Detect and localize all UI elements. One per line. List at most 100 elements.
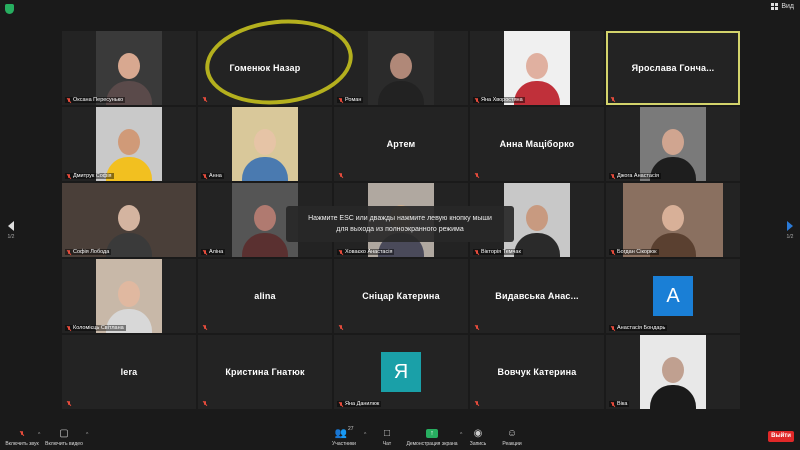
participant-tile[interactable]: Кристина Гнатюк (198, 335, 332, 409)
video-options-caret[interactable]: ^ (86, 432, 88, 438)
video-face (118, 129, 140, 156)
participant-name: Вікторія Темчак (481, 249, 521, 255)
participant-name: Анна Маціборко (499, 139, 575, 149)
participant-tile[interactable]: lera (62, 335, 196, 409)
participants-count: 27 (347, 426, 354, 432)
participant-tile[interactable]: alina (198, 259, 332, 333)
participant-video (504, 31, 570, 105)
chevron-left-icon (8, 221, 14, 231)
muted-mic-icon (611, 401, 615, 407)
participant-name: alina (254, 291, 276, 301)
top-bar: Вид (0, 0, 800, 18)
muted-mic-icon (203, 249, 207, 255)
grid-view-icon (771, 3, 779, 10)
record-button[interactable]: ◉ Запись (466, 427, 490, 448)
participant-name: Артем (386, 139, 416, 149)
video-body (242, 233, 288, 257)
participant-tile[interactable]: Віка (606, 335, 740, 409)
participant-caption: Богдан Сікорюк (609, 249, 659, 255)
participant-video (368, 31, 434, 105)
participant-name: Оксана Пересунько (73, 97, 124, 103)
participants-label: Участники (332, 441, 356, 447)
security-shield-icon[interactable] (5, 4, 14, 14)
chat-button[interactable]: □ Чат (376, 427, 398, 448)
participant-tile[interactable]: Яна Хворостяна (470, 31, 604, 105)
previous-page-button[interactable]: 1/2 (5, 221, 17, 240)
participant-video (232, 107, 298, 181)
view-button[interactable]: Вид (771, 3, 794, 10)
share-options-caret[interactable]: ^ (460, 432, 462, 438)
participants-options-caret[interactable]: ^ (364, 432, 366, 438)
view-button-label: Вид (781, 3, 794, 10)
participant-tile[interactable]: Дмитрук Софія (62, 107, 196, 181)
participant-tile[interactable]: Гоменюк Назар (198, 31, 332, 105)
video-face (254, 205, 276, 232)
participant-tile[interactable]: Богдан Сікорюк (606, 183, 740, 257)
participant-video (96, 107, 162, 181)
participant-tile[interactable]: Видавська Анас... (470, 259, 604, 333)
muted-mic-icon (611, 325, 615, 331)
participant-name: Коломієць Світлана (73, 325, 124, 331)
audio-options-caret[interactable]: ^ (38, 432, 40, 438)
participant-tile[interactable]: Ярослава Гонча... (606, 31, 740, 105)
participant-caption: Ховаєко Анастасія (337, 249, 395, 255)
record-icon: ◉ (473, 427, 483, 439)
video-body (650, 385, 696, 409)
participant-video (623, 183, 723, 257)
avatar: Я (381, 352, 421, 392)
video-off-icon: ▢ (59, 427, 69, 439)
video-body (106, 233, 152, 257)
participant-name: Яна Хворостяна (481, 97, 523, 103)
participant-name: Софія Лобода (73, 249, 110, 255)
participant-name: Віка (617, 401, 628, 407)
video-face (254, 129, 276, 156)
participant-name: Вовчук Катерина (497, 367, 577, 377)
muted-mic-icon (475, 97, 479, 103)
start-video-button[interactable]: ▢ Включить видео (44, 427, 84, 448)
participant-tile[interactable]: Джога Анастасія (606, 107, 740, 181)
muted-mic-icon (20, 430, 24, 436)
participant-tile[interactable]: Коломієць Світлана (62, 259, 196, 333)
participant-tile[interactable]: Анна Маціборко (470, 107, 604, 181)
participants-button[interactable]: 👥 27 Участники (328, 426, 360, 447)
participant-tile[interactable]: Вовчук Катерина (470, 335, 604, 409)
participant-name: Ховаєко Анастасія (345, 249, 393, 255)
muted-mic-icon (67, 97, 71, 103)
participant-caption: Віка (609, 401, 630, 407)
leave-meeting-button[interactable]: Выйти (768, 431, 794, 442)
participant-name: Ярослава Гонча... (631, 63, 715, 73)
muted-mic-icon (475, 249, 479, 255)
video-body (378, 81, 424, 105)
muted-mic-icon (67, 325, 71, 331)
video-face (662, 205, 684, 232)
next-page-button[interactable]: 1/2 (784, 221, 796, 240)
muted-mic-icon (339, 401, 343, 407)
unmute-button[interactable]: Включить звук (4, 427, 40, 447)
participant-tile[interactable]: Я Яна Данилюк (334, 335, 468, 409)
participant-caption: Анастасія Бондарь (609, 325, 668, 331)
fullscreen-hint-line2: для выхода из полноэкранного режима (336, 226, 464, 233)
participant-tile[interactable]: Оксана Пересунько (62, 31, 196, 105)
participant-tile[interactable]: A Анастасія Бондарь (606, 259, 740, 333)
participant-tile[interactable]: Сніцар Катерина (334, 259, 468, 333)
meeting-toolbar: Включить звук ^ ▢ Включить видео ^ 👥 27 У… (0, 424, 800, 450)
participant-name: Роман (345, 97, 362, 103)
participant-caption: Яна Хворостяна (473, 97, 525, 103)
fullscreen-exit-hint: Нажмите ESC или дважды нажмите левую кно… (286, 206, 514, 242)
participant-tile[interactable]: Роман (334, 31, 468, 105)
chat-icon: □ (383, 427, 391, 439)
video-body (242, 157, 288, 181)
participant-tile[interactable]: Артем (334, 107, 468, 181)
fullscreen-hint-line1: Нажмите ESC или дважды нажмите левую кно… (308, 215, 492, 222)
participant-video (640, 335, 706, 409)
participant-tile[interactable]: Анна (198, 107, 332, 181)
share-screen-button[interactable]: ↑ Демонстрация экрана (404, 427, 460, 447)
page-indicator-left: 1/2 (7, 234, 15, 240)
participant-video (640, 107, 706, 181)
participant-caption: Яна Данилюк (337, 401, 382, 407)
participant-tile[interactable]: Софія Лобода (62, 183, 196, 257)
reactions-button[interactable]: ☺ Реакции (498, 427, 526, 448)
video-face (526, 205, 548, 232)
participant-video (96, 259, 162, 333)
participant-caption: Вікторія Темчак (473, 249, 523, 255)
